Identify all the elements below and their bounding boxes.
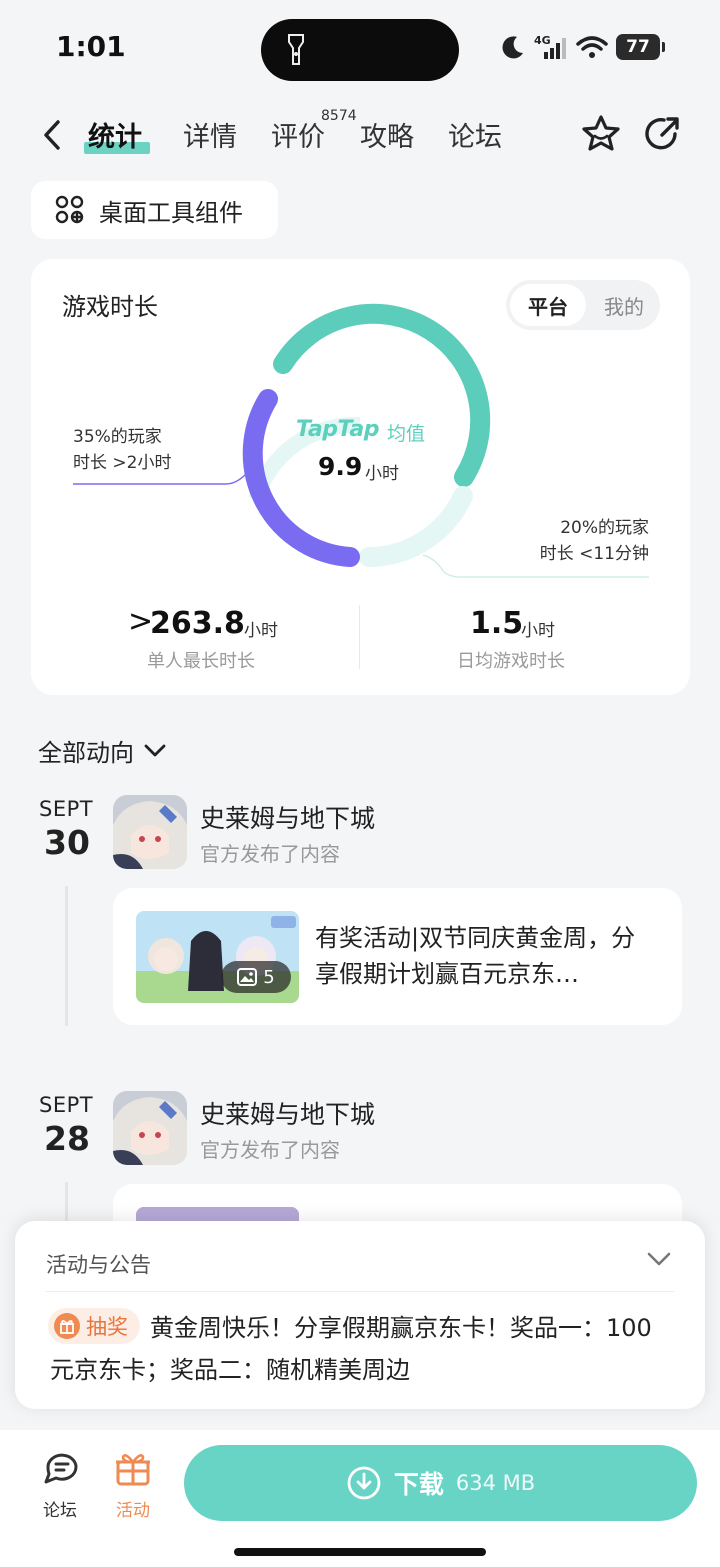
feed-filter-label: 全部动向 [38, 739, 134, 767]
stats-divider [359, 605, 360, 669]
game-avatar-image [113, 1091, 187, 1165]
wifi-icon [576, 36, 608, 58]
post-title: 有奖活动|双节同庆黄金周，分享假期计划赢百元京东… [315, 924, 636, 988]
right-note: 20%的玩家 时长 <11分钟 [540, 515, 649, 567]
right-note-line2: 时长 <11分钟 [539, 544, 649, 564]
nav-forum-label: 论坛 [43, 1501, 77, 1521]
nav-activity-label: 活动 [116, 1501, 150, 1521]
status-bar: 1:01 4G 77 [0, 0, 720, 100]
max-time-label: 单人最长时长 [147, 651, 255, 672]
lottery-tag-label: 抽奖 [86, 1315, 128, 1339]
star-icon[interactable] [581, 114, 621, 154]
tab-details[interactable]: 详情 [183, 115, 237, 154]
battery-indicator: 77 [616, 34, 665, 60]
daily-time-unit: 小时 [521, 621, 555, 641]
back-icon[interactable] [38, 118, 66, 152]
average-label: 均值 [387, 423, 426, 445]
ring-segment-teal [273, 303, 491, 487]
cellular-icon: 4G [534, 34, 566, 59]
forum-icon [44, 1453, 78, 1484]
chevron-down-icon [144, 744, 166, 756]
desktop-widget-button[interactable]: 桌面工具组件 [31, 181, 278, 239]
daily-time-value: 1.5 [470, 606, 524, 641]
ring-segment-light [359, 486, 473, 567]
desktop-widget-label: 桌面工具组件 [99, 198, 243, 227]
download-button[interactable]: 下载 634 MB [184, 1445, 697, 1521]
gift-icon [54, 1313, 80, 1339]
right-note-line1: 20%的玩家 [560, 518, 649, 538]
feed-month: SEPT [39, 1093, 94, 1117]
daily-time-label: 日均游戏时长 [457, 651, 565, 672]
left-note-line1: 35%的玩家 [73, 427, 162, 447]
divider [46, 1291, 674, 1292]
nav-activity[interactable]: 活动 [103, 1450, 163, 1521]
max-time-unit: 小时 [244, 621, 278, 641]
chevron-down-icon[interactable] [646, 1249, 672, 1269]
taptap-logo: TapTap [296, 417, 379, 442]
announcement-title: 活动与公告 [46, 1253, 151, 1277]
image-count-badge: 5 [221, 961, 291, 993]
left-note: 35%的玩家 时长 >2小时 [73, 424, 171, 476]
reviews-count-badge: 8574 [321, 108, 357, 124]
tab-stats[interactable]: 统计 [88, 115, 142, 154]
average-unit: 小时 [365, 464, 399, 484]
left-note-line2: 时长 >2小时 [73, 453, 172, 473]
image-count: 5 [263, 966, 275, 988]
download-label: 下载 [393, 1470, 444, 1499]
status-time: 1:01 [56, 30, 126, 63]
timeline-line [65, 886, 68, 1026]
play-time-card: 游戏时长 平台 我的 TapTap 均值 9.9 小时 35%的玩家 时长 >2… [31, 259, 690, 695]
announcement-panel: 活动与公告 黄金周快乐！分享假期赢京东卡！奖品一：100元京东卡；奖品二：随机精… [15, 1221, 705, 1409]
system-icons: 4G 77 [500, 34, 665, 60]
post-thumbnail: 5 [136, 911, 299, 1003]
announcement-text[interactable]: 黄金周快乐！分享假期赢京东卡！奖品一：100元京东卡；奖品二：随机精美周边 [50, 1307, 670, 1391]
game-avatar[interactable] [113, 1091, 187, 1165]
download-size: 634 MB [455, 1471, 536, 1495]
share-icon[interactable] [642, 114, 682, 154]
home-indicator [234, 1548, 486, 1556]
tab-reviews[interactable]: 评价 [271, 115, 325, 154]
gift-icon [116, 1454, 150, 1486]
game-post-subtitle: 官方发布了内容 [200, 1138, 340, 1162]
image-icon [237, 968, 258, 986]
feed-month: SEPT [39, 797, 94, 821]
average-value: 9.9 [318, 452, 363, 481]
feed-day: 28 [44, 1119, 90, 1158]
feed-filter-dropdown[interactable]: 全部动向 [38, 733, 166, 768]
game-name[interactable]: 史莱姆与地下城 [200, 799, 375, 835]
max-time-value: 263.8 [150, 606, 245, 641]
tab-guides[interactable]: 攻略 [360, 115, 414, 154]
flashlight-icon [288, 34, 304, 65]
download-icon [347, 1466, 381, 1500]
bottom-bar: 论坛 活动 下载 634 MB [0, 1430, 720, 1567]
lottery-tag: 抽奖 [48, 1308, 140, 1344]
game-post-subtitle: 官方发布了内容 [200, 842, 340, 866]
post-card[interactable]: 5 有奖活动|双节同庆黄金周，分享假期计划赢百元京东… [113, 888, 682, 1025]
game-avatar-image [113, 795, 187, 869]
widget-grid-icon [55, 195, 84, 224]
tab-forum[interactable]: 论坛 [448, 115, 502, 154]
moon-icon [502, 36, 523, 59]
feed-day: 30 [44, 823, 90, 862]
nav-forum[interactable]: 论坛 [30, 1450, 90, 1521]
game-name[interactable]: 史莱姆与地下城 [200, 1095, 375, 1131]
network-label: 4G [534, 34, 551, 47]
game-avatar[interactable] [113, 795, 187, 869]
